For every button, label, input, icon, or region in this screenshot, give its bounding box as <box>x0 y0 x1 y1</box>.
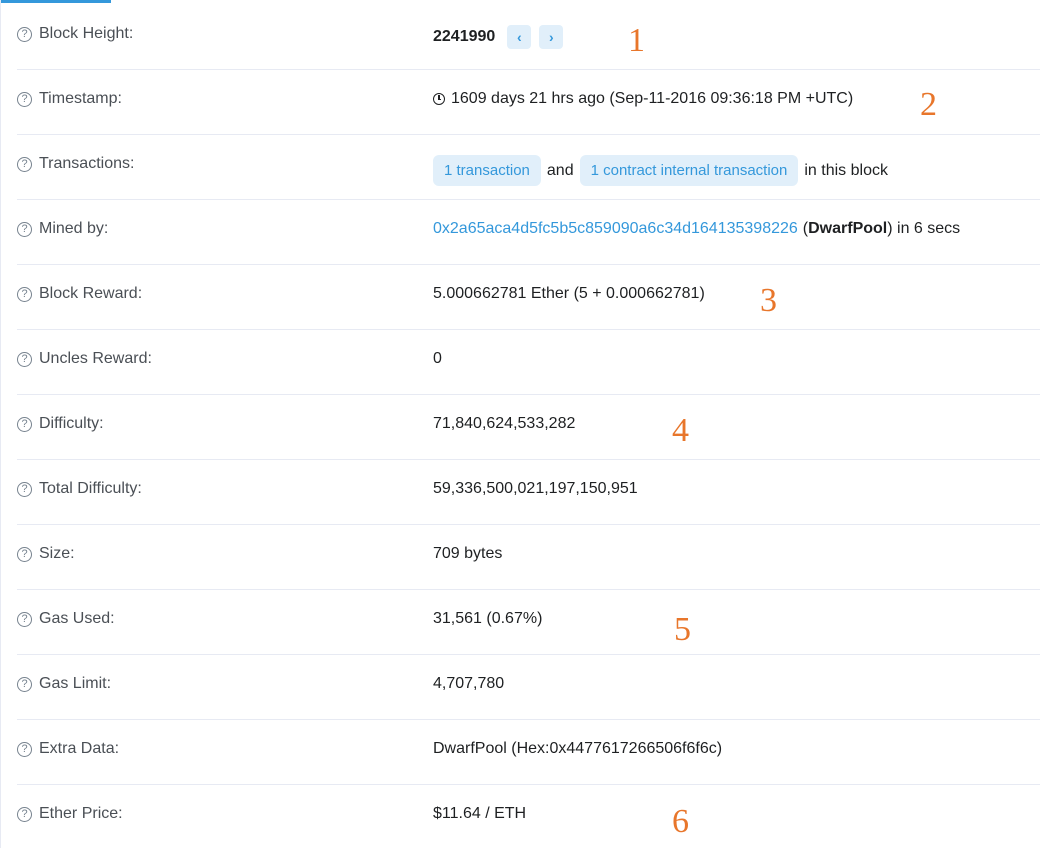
uncles-reward-text: 0 <box>433 350 442 367</box>
left-border <box>0 0 1 848</box>
value-timestamp: 1609 days 21 hrs ago (Sep-11-2016 09:36:… <box>433 90 1040 108</box>
value-uncles-reward: 0 <box>433 350 1040 368</box>
chevron-right-icon: › <box>548 29 554 45</box>
label-gas-used: ? Gas Used: <box>17 610 115 628</box>
label-size: ? Size: <box>17 545 75 563</box>
extra-data-text: DwarfPool (Hex:0x4477617266506f6f6c) <box>433 740 723 757</box>
value-ether-price: $11.64 / ETH <box>433 805 1040 823</box>
question-circle-icon[interactable]: ? <box>17 351 32 367</box>
miner-address-link[interactable]: 0x2a65aca4d5fc5b5c859090a6c34d1641353982… <box>433 220 798 238</box>
block-height-number: 2241990 <box>433 28 496 45</box>
block-reward-text: 5.000662781 Ether (5 + 0.000662781) <box>433 285 705 302</box>
row-ether-price: ? Ether Price: $11.64 / ETH <box>17 785 1040 849</box>
label-text: Transactions: <box>39 155 135 172</box>
label-block-reward: ? Block Reward: <box>17 285 142 303</box>
label-text: Size: <box>39 545 75 562</box>
value-block-reward: 5.000662781 Ether (5 + 0.000662781) <box>433 285 1040 303</box>
row-size: ? Size: 709 bytes <box>17 525 1040 590</box>
suffix-text: in this block <box>804 161 888 179</box>
row-uncles-reward: ? Uncles Reward: 0 <box>17 330 1040 395</box>
annotation-2: 2 <box>920 86 937 123</box>
row-extra-data: ? Extra Data: DwarfPool (Hex:0x447761726… <box>17 720 1040 785</box>
gas-limit-text: 4,707,780 <box>433 675 505 692</box>
transactions-link[interactable]: 1 transaction <box>433 155 541 186</box>
question-circle-icon[interactable]: ? <box>17 611 32 627</box>
question-circle-icon[interactable]: ? <box>17 481 32 497</box>
label-text: Gas Used: <box>39 610 115 627</box>
question-circle-icon[interactable]: ? <box>17 156 32 172</box>
row-gas-used: ? Gas Used: 31,561 (0.67%) <box>17 590 1040 655</box>
value-size: 709 bytes <box>433 545 1040 563</box>
question-circle-icon[interactable]: ? <box>17 26 32 42</box>
gas-used-text: 31,561 (0.67%) <box>433 610 543 627</box>
active-tab-indicator <box>0 0 111 3</box>
clock-icon <box>433 93 445 105</box>
label-text: Block Height: <box>39 25 134 42</box>
label-difficulty: ? Difficulty: <box>17 415 104 433</box>
ether-price-text: $11.64 / ETH <box>433 805 527 822</box>
annotation-1: 1 <box>628 22 645 59</box>
internal-transactions-link[interactable]: 1 contract internal transaction <box>579 155 799 186</box>
question-circle-icon[interactable]: ? <box>17 221 32 237</box>
label-text: Difficulty: <box>39 415 104 432</box>
question-circle-icon[interactable]: ? <box>17 416 32 432</box>
and-text: and <box>546 161 574 179</box>
difficulty-text: 71,840,624,533,282 <box>433 415 576 432</box>
label-text: Total Difficulty: <box>39 480 142 497</box>
value-gas-limit: 4,707,780 <box>433 675 1040 693</box>
block-overview: ? Block Height: 2241990 ‹ › ? Timestamp:… <box>17 5 1040 849</box>
label-text: Gas Limit: <box>39 675 112 692</box>
size-text: 709 bytes <box>433 545 503 562</box>
label-text: Timestamp: <box>39 90 122 107</box>
timestamp-text: 1609 days 21 hrs ago (Sep-11-2016 09:36:… <box>451 90 854 107</box>
label-text: Ether Price: <box>39 805 123 822</box>
chevron-left-icon: ‹ <box>516 29 522 45</box>
mined-suffix: ) in 6 secs <box>887 220 961 237</box>
label-gas-limit: ? Gas Limit: <box>17 675 111 693</box>
annotation-3: 3 <box>760 282 777 319</box>
label-text: Block Reward: <box>39 285 143 302</box>
prev-block-button[interactable]: ‹ <box>507 25 532 49</box>
value-extra-data: DwarfPool (Hex:0x4477617266506f6f6c) <box>433 740 1040 758</box>
label-total-difficulty: ? Total Difficulty: <box>17 480 142 498</box>
annotation-4: 4 <box>672 412 689 449</box>
question-circle-icon[interactable]: ? <box>17 286 32 302</box>
value-total-difficulty: 59,336,500,021,197,150,951 <box>433 480 1040 498</box>
question-circle-icon[interactable]: ? <box>17 741 32 757</box>
row-block-height: ? Block Height: 2241990 ‹ › <box>17 5 1040 70</box>
value-mined-by: 0x2a65aca4d5fc5b5c859090a6c34d1641353982… <box>433 220 1040 238</box>
row-total-difficulty: ? Total Difficulty: 59,336,500,021,197,1… <box>17 460 1040 525</box>
value-gas-used: 31,561 (0.67%) <box>433 610 1040 628</box>
row-transactions: ? Transactions: 1 transaction and 1 cont… <box>17 135 1040 200</box>
value-block-height: 2241990 ‹ › <box>433 25 1040 49</box>
row-difficulty: ? Difficulty: 71,840,624,533,282 <box>17 395 1040 460</box>
question-circle-icon[interactable]: ? <box>17 676 32 692</box>
value-transactions: 1 transaction and 1 contract internal tr… <box>433 155 1040 186</box>
row-block-reward: ? Block Reward: 5.000662781 Ether (5 + 0… <box>17 265 1040 330</box>
label-timestamp: ? Timestamp: <box>17 90 122 108</box>
miner-pool-name: DwarfPool <box>808 220 888 237</box>
row-mined-by: ? Mined by: 0x2a65aca4d5fc5b5c859090a6c3… <box>17 200 1040 265</box>
label-transactions: ? Transactions: <box>17 155 134 173</box>
question-circle-icon[interactable]: ? <box>17 546 32 562</box>
label-text: Uncles Reward: <box>39 350 152 367</box>
annotation-6: 6 <box>672 803 689 840</box>
row-gas-limit: ? Gas Limit: 4,707,780 <box>17 655 1040 720</box>
label-ether-price: ? Ether Price: <box>17 805 123 823</box>
label-uncles-reward: ? Uncles Reward: <box>17 350 152 368</box>
label-text: Extra Data: <box>39 740 120 757</box>
total-difficulty-text: 59,336,500,021,197,150,951 <box>433 480 638 497</box>
label-block-height: ? Block Height: <box>17 25 133 43</box>
label-extra-data: ? Extra Data: <box>17 740 119 758</box>
question-circle-icon[interactable]: ? <box>17 806 32 822</box>
annotation-5: 5 <box>674 611 691 648</box>
row-timestamp: ? Timestamp: 1609 days 21 hrs ago (Sep-1… <box>17 70 1040 135</box>
next-block-button[interactable]: › <box>539 25 564 49</box>
label-text: Mined by: <box>39 220 109 237</box>
question-circle-icon[interactable]: ? <box>17 91 32 107</box>
value-difficulty: 71,840,624,533,282 <box>433 415 1040 433</box>
label-mined-by: ? Mined by: <box>17 220 108 238</box>
